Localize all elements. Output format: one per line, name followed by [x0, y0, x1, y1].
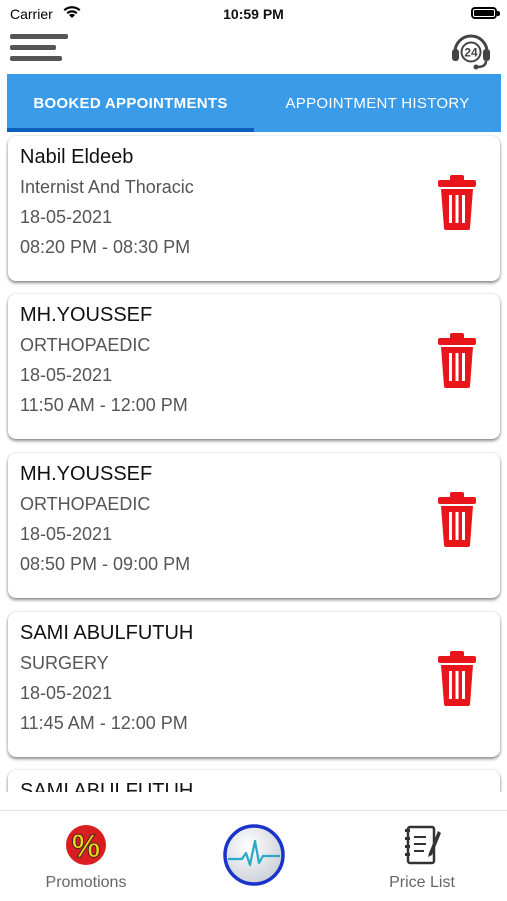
appointment-card: SAMI ABULFUTUH: [8, 770, 500, 792]
price-list-label: Price List: [389, 874, 455, 891]
doctor-specialty: SURGERY: [20, 653, 109, 673]
appointment-list[interactable]: Nabil Eldeeb Internist And Thoracic 18-0…: [0, 132, 507, 792]
delete-appointment-icon[interactable]: [436, 174, 478, 230]
appointment-card: MH.YOUSSEF ORTHOPAEDIC 18-05-2021 11:50 …: [8, 294, 500, 439]
appointment-tabs: BOOKED APPOINTMENTS APPOINTMENT HISTORY: [7, 74, 501, 132]
headset-24-icon[interactable]: 24: [449, 30, 493, 70]
appointment-time: 11:45 AM - 12:00 PM: [20, 713, 188, 733]
delete-appointment-icon[interactable]: [436, 491, 478, 547]
appointment-date: 18-05-2021: [20, 365, 113, 385]
promotions-label: Promotions: [45, 874, 127, 891]
appointment-date: 18-05-2021: [20, 524, 113, 544]
appointment-date: 18-05-2021: [20, 683, 113, 703]
appointment-card: SAMI ABULFUTUH SURGERY 18-05-2021 11:45 …: [8, 612, 500, 757]
svg-text:%: %: [72, 828, 100, 864]
delete-appointment-icon[interactable]: [436, 650, 478, 706]
doctor-name: SAMI ABULFUTUH: [20, 780, 194, 792]
hamburger-menu-icon[interactable]: [10, 32, 70, 68]
status-time: 10:59 PM: [223, 6, 284, 22]
delete-appointment-icon[interactable]: [436, 332, 478, 388]
heartbeat-icon[interactable]: [222, 823, 286, 887]
status-bar: Carrier 10:59 PM: [0, 0, 507, 28]
doctor-specialty: Internist And Thoracic: [20, 177, 194, 197]
top-bar: 24: [0, 28, 507, 74]
battery-icon: [471, 7, 500, 19]
doctor-name: MH.YOUSSEF: [20, 304, 153, 326]
tab-booked-appointments[interactable]: BOOKED APPOINTMENTS: [7, 74, 254, 132]
appointment-date: 18-05-2021: [20, 207, 113, 227]
appointment-time: 11:50 AM - 12:00 PM: [20, 395, 188, 415]
appointment-time: 08:20 PM - 08:30 PM: [20, 237, 191, 257]
price-list-nav-button[interactable]: Price List: [372, 823, 472, 892]
appointment-card: Nabil Eldeeb Internist And Thoracic 18-0…: [8, 136, 500, 281]
doctor-name: Nabil Eldeeb: [20, 146, 134, 168]
tab-appointment-history[interactable]: APPOINTMENT HISTORY: [254, 74, 501, 132]
appointment-time: 08:50 PM - 09:00 PM: [20, 554, 191, 574]
promotions-nav-button[interactable]: % Promotions: [36, 823, 136, 892]
appointment-card: MH.YOUSSEF ORTHOPAEDIC 18-05-2021 08:50 …: [8, 453, 500, 598]
percent-badge-icon: %: [66, 825, 106, 865]
doctor-name: SAMI ABULFUTUH: [20, 622, 194, 644]
support-badge-text: 24: [464, 46, 478, 60]
bottom-navigation: % Promotions Price List: [0, 810, 507, 901]
doctor-specialty: ORTHOPAEDIC: [20, 335, 151, 355]
doctor-name: MH.YOUSSEF: [20, 463, 153, 485]
price-list-icon: [405, 825, 441, 865]
doctor-specialty: ORTHOPAEDIC: [20, 494, 151, 514]
